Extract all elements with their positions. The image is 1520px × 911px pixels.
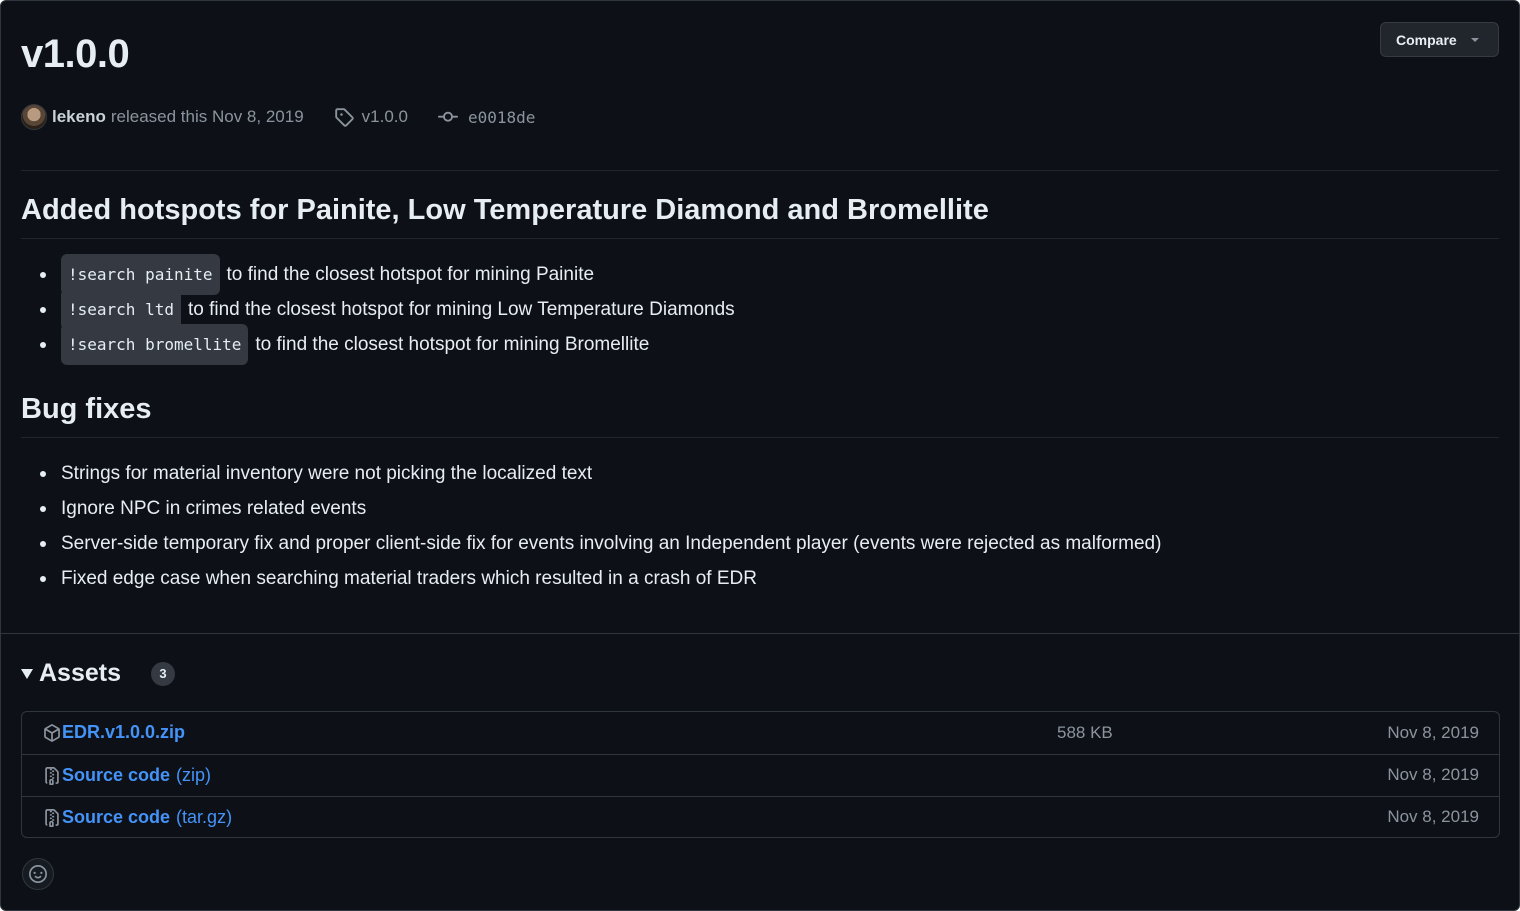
asset-date: Nov 8, 2019 [1387, 765, 1479, 784]
release-title: v1.0.0 [21, 32, 130, 76]
file-zip-icon [45, 809, 59, 827]
asset-date: Nov 8, 2019 [1387, 722, 1479, 742]
asset-link-source-targz[interactable]: Source code (tar.gz) [62, 807, 232, 828]
add-reaction-button[interactable] [22, 858, 54, 890]
released-text: released this Nov 8, 2019 [110, 107, 304, 126]
asset-name: EDR.v1.0.0.zip [62, 722, 186, 742]
section-heading-hotspots: Added hotspots for Painite, Low Temperat… [21, 194, 989, 226]
smiley-icon [29, 865, 47, 883]
avatar[interactable] [21, 104, 47, 130]
inline-code: !search bromellite [61, 324, 249, 365]
list-item: Fixed edge case when searching material … [39, 561, 1161, 596]
author-link[interactable]: lekeno [52, 107, 106, 127]
list-item: !search ltd to find the closest hotspot … [40, 289, 735, 330]
asset-link-source-zip[interactable]: Source code (zip) [62, 765, 211, 786]
package-icon [44, 724, 60, 742]
tag-label: v1.0.0 [361, 107, 408, 126]
asset-suffix: (tar.gz) [176, 806, 233, 827]
asset-link-edr-zip[interactable]: EDR.v1.0.0.zip [62, 722, 185, 743]
tag-icon [334, 108, 354, 127]
assets-divider [1, 633, 1519, 634]
asset-row: EDR.v1.0.0.zip 588 KB Nov 8, 2019 [22, 712, 1499, 753]
triangle-down-icon [21, 668, 33, 679]
asset-size: 588 KB [1057, 722, 1113, 742]
compare-button[interactable]: Compare [1380, 22, 1499, 57]
heading-underline [21, 437, 1499, 438]
commit-sha: e0018de [467, 107, 536, 127]
list-item: Server-side temporary fix and proper cli… [39, 526, 1161, 561]
asset-name: Source code [62, 806, 171, 827]
asset-row: Source code (tar.gz) Nov 8, 2019 [22, 796, 1499, 837]
compare-label: Compare [1396, 31, 1457, 48]
git-commit-icon [437, 111, 458, 122]
list-item: Strings for material inventory were not … [39, 456, 1161, 491]
asset-suffix: (zip) [176, 764, 212, 785]
list-item: Ignore NPC in crimes related events [39, 491, 1161, 526]
list-item: !search bromellite to find the closest h… [40, 324, 735, 365]
section-heading-bug-fixes: Bug fixes [21, 393, 152, 425]
assets-toggle[interactable]: Assets 3 [21, 659, 175, 688]
asset-name: Source code [62, 764, 171, 785]
header-divider [21, 170, 1499, 171]
list-item-text: to find the closest hotspot for mining L… [187, 299, 735, 320]
list-item: !search painite to find the closest hots… [40, 254, 735, 295]
chevron-down-icon [1470, 37, 1479, 42]
release-card: v1.0.0 Compare lekeno released this Nov … [0, 0, 1520, 911]
assets-list: EDR.v1.0.0.zip 588 KB Nov 8, 2019 Source… [21, 711, 1500, 838]
list-item-text: to find the closest hotspot for mining P… [226, 264, 595, 285]
list-item-text: to find the closest hotspot for mining B… [255, 334, 650, 355]
hotspots-list: !search painite to find the closest hots… [40, 254, 735, 365]
commit-link[interactable]: e0018de [437, 107, 536, 127]
release-meta: lekeno released this Nov 8, 2019 v1.0.0 … [21, 102, 535, 132]
file-zip-icon [45, 767, 59, 785]
assets-title: Assets [39, 659, 121, 687]
asset-row: Source code (zip) Nov 8, 2019 [22, 754, 1499, 795]
tag-link[interactable]: v1.0.0 [334, 107, 408, 127]
heading-underline [21, 238, 1499, 239]
assets-count-badge: 3 [151, 661, 175, 686]
bug-fixes-list: Strings for material inventory were not … [39, 456, 1161, 596]
asset-date: Nov 8, 2019 [1387, 807, 1479, 826]
